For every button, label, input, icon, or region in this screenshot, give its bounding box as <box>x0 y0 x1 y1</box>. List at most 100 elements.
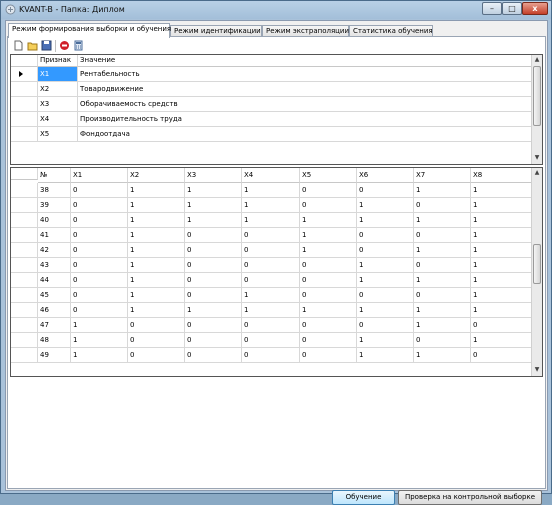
sample-cell[interactable]: 0 <box>242 273 300 288</box>
sample-cell[interactable]: 0 <box>357 183 414 198</box>
row-number-cell[interactable]: 43 <box>38 258 71 273</box>
sample-cell[interactable]: 0 <box>185 318 242 333</box>
sample-cell[interactable]: 0 <box>300 333 357 348</box>
sample-cell[interactable]: 0 <box>128 348 185 363</box>
scroll-down-icon[interactable]: ▼ <box>532 153 542 163</box>
sample-cell[interactable]: 1 <box>357 273 414 288</box>
row-number-cell[interactable]: 46 <box>38 303 71 318</box>
sample-cell[interactable]: 1 <box>185 213 242 228</box>
sample-cell[interactable]: 0 <box>71 273 128 288</box>
sample-cell[interactable]: 0 <box>242 258 300 273</box>
sample-cell[interactable]: 1 <box>242 213 300 228</box>
row-header[interactable] <box>11 228 38 243</box>
sample-cell[interactable]: 1 <box>300 243 357 258</box>
sample-cell[interactable]: 0 <box>414 258 471 273</box>
row-header[interactable] <box>11 258 38 273</box>
sample-cell[interactable]: 0 <box>414 333 471 348</box>
sample-cell[interactable]: 0 <box>357 288 414 303</box>
sample-cell[interactable]: 0 <box>242 228 300 243</box>
feature-code-cell[interactable]: X4 <box>38 112 78 127</box>
scroll-down-icon[interactable]: ▼ <box>532 365 542 375</box>
column-header-x3[interactable]: X3 <box>185 168 242 183</box>
sample-cell[interactable]: 1 <box>128 183 185 198</box>
feature-code-cell[interactable]: X3 <box>38 97 78 112</box>
sample-cell[interactable]: 1 <box>471 198 533 213</box>
row-header[interactable] <box>11 288 38 303</box>
train-button[interactable]: Обучение <box>332 490 395 505</box>
row-number-cell[interactable]: 49 <box>38 348 71 363</box>
sample-cell[interactable]: 0 <box>71 258 128 273</box>
close-button[interactable]: x <box>522 2 548 15</box>
scroll-thumb[interactable] <box>533 66 541 126</box>
open-folder-icon[interactable] <box>27 40 38 51</box>
sample-cell[interactable]: 0 <box>71 288 128 303</box>
sample-cell[interactable]: 0 <box>185 228 242 243</box>
sample-cell[interactable]: 0 <box>128 318 185 333</box>
sample-cell[interactable]: 0 <box>71 213 128 228</box>
sample-cell[interactable]: 1 <box>471 303 533 318</box>
sample-cell[interactable]: 1 <box>71 318 128 333</box>
row-header[interactable] <box>11 273 38 288</box>
row-number-cell[interactable]: 39 <box>38 198 71 213</box>
sample-cell[interactable]: 1 <box>185 198 242 213</box>
row-header[interactable] <box>11 303 38 318</box>
row-header[interactable] <box>11 333 38 348</box>
feature-code-cell[interactable]: X5 <box>38 127 78 142</box>
scroll-thumb[interactable] <box>533 244 541 284</box>
sample-cell[interactable]: 0 <box>185 333 242 348</box>
features-vertical-scrollbar[interactable]: ▲ ▼ <box>531 55 542 164</box>
row-header[interactable] <box>11 243 38 258</box>
sample-cell[interactable]: 0 <box>185 243 242 258</box>
sample-cell[interactable]: 0 <box>300 258 357 273</box>
sample-cell[interactable]: 1 <box>414 348 471 363</box>
sample-cell[interactable]: 1 <box>185 183 242 198</box>
row-header[interactable] <box>11 318 38 333</box>
sample-cell[interactable]: 0 <box>128 333 185 348</box>
feature-code-cell[interactable]: X1 <box>38 67 78 82</box>
sample-cell[interactable]: 1 <box>300 213 357 228</box>
scroll-up-icon[interactable]: ▲ <box>532 55 542 65</box>
column-header-x6[interactable]: X6 <box>357 168 414 183</box>
sample-cell[interactable]: 0 <box>357 228 414 243</box>
sample-cell[interactable]: 0 <box>185 288 242 303</box>
sample-cell[interactable]: 0 <box>414 228 471 243</box>
sample-cell[interactable]: 1 <box>128 258 185 273</box>
row-header[interactable] <box>11 198 38 213</box>
sample-cell[interactable]: 1 <box>128 273 185 288</box>
sample-cell[interactable]: 0 <box>471 318 533 333</box>
row-number-cell[interactable]: 45 <box>38 288 71 303</box>
sample-cell[interactable]: 0 <box>71 198 128 213</box>
scroll-up-icon[interactable]: ▲ <box>532 168 542 178</box>
sample-cell[interactable]: 0 <box>300 273 357 288</box>
tab-sample-training[interactable]: Режим формирования выборки и обучения <box>8 23 171 38</box>
sample-cell[interactable]: 0 <box>300 183 357 198</box>
sample-cell[interactable]: 1 <box>242 303 300 318</box>
row-header[interactable] <box>11 183 38 198</box>
sample-cell[interactable]: 1 <box>128 303 185 318</box>
feature-value-cell[interactable]: Фондоотдача <box>78 127 532 142</box>
sample-cell[interactable]: 0 <box>471 348 533 363</box>
column-header-x2[interactable]: X2 <box>128 168 185 183</box>
sample-vertical-scrollbar[interactable]: ▲ ▼ <box>531 168 542 376</box>
sample-cell[interactable]: 1 <box>128 213 185 228</box>
column-header-x5[interactable]: X5 <box>300 168 357 183</box>
calculator-icon[interactable] <box>73 40 84 51</box>
row-number-cell[interactable]: 41 <box>38 228 71 243</box>
sample-cell[interactable]: 1 <box>414 243 471 258</box>
sample-cell[interactable]: 1 <box>357 213 414 228</box>
maximize-button[interactable]: □ <box>502 2 522 15</box>
row-header[interactable] <box>11 82 38 97</box>
sample-cell[interactable]: 1 <box>300 228 357 243</box>
sample-cell[interactable]: 0 <box>242 318 300 333</box>
row-header[interactable] <box>11 348 38 363</box>
sample-cell[interactable]: 1 <box>471 333 533 348</box>
feature-value-cell[interactable]: Рентабельность <box>78 67 532 82</box>
row-number-cell[interactable]: 38 <box>38 183 71 198</box>
sample-cell[interactable]: 0 <box>300 348 357 363</box>
sample-cell[interactable]: 1 <box>128 198 185 213</box>
row-header[interactable] <box>11 213 38 228</box>
sample-cell[interactable]: 0 <box>357 243 414 258</box>
column-header-x4[interactable]: X4 <box>242 168 300 183</box>
sample-cell[interactable]: 0 <box>242 243 300 258</box>
sample-cell[interactable]: 1 <box>242 198 300 213</box>
